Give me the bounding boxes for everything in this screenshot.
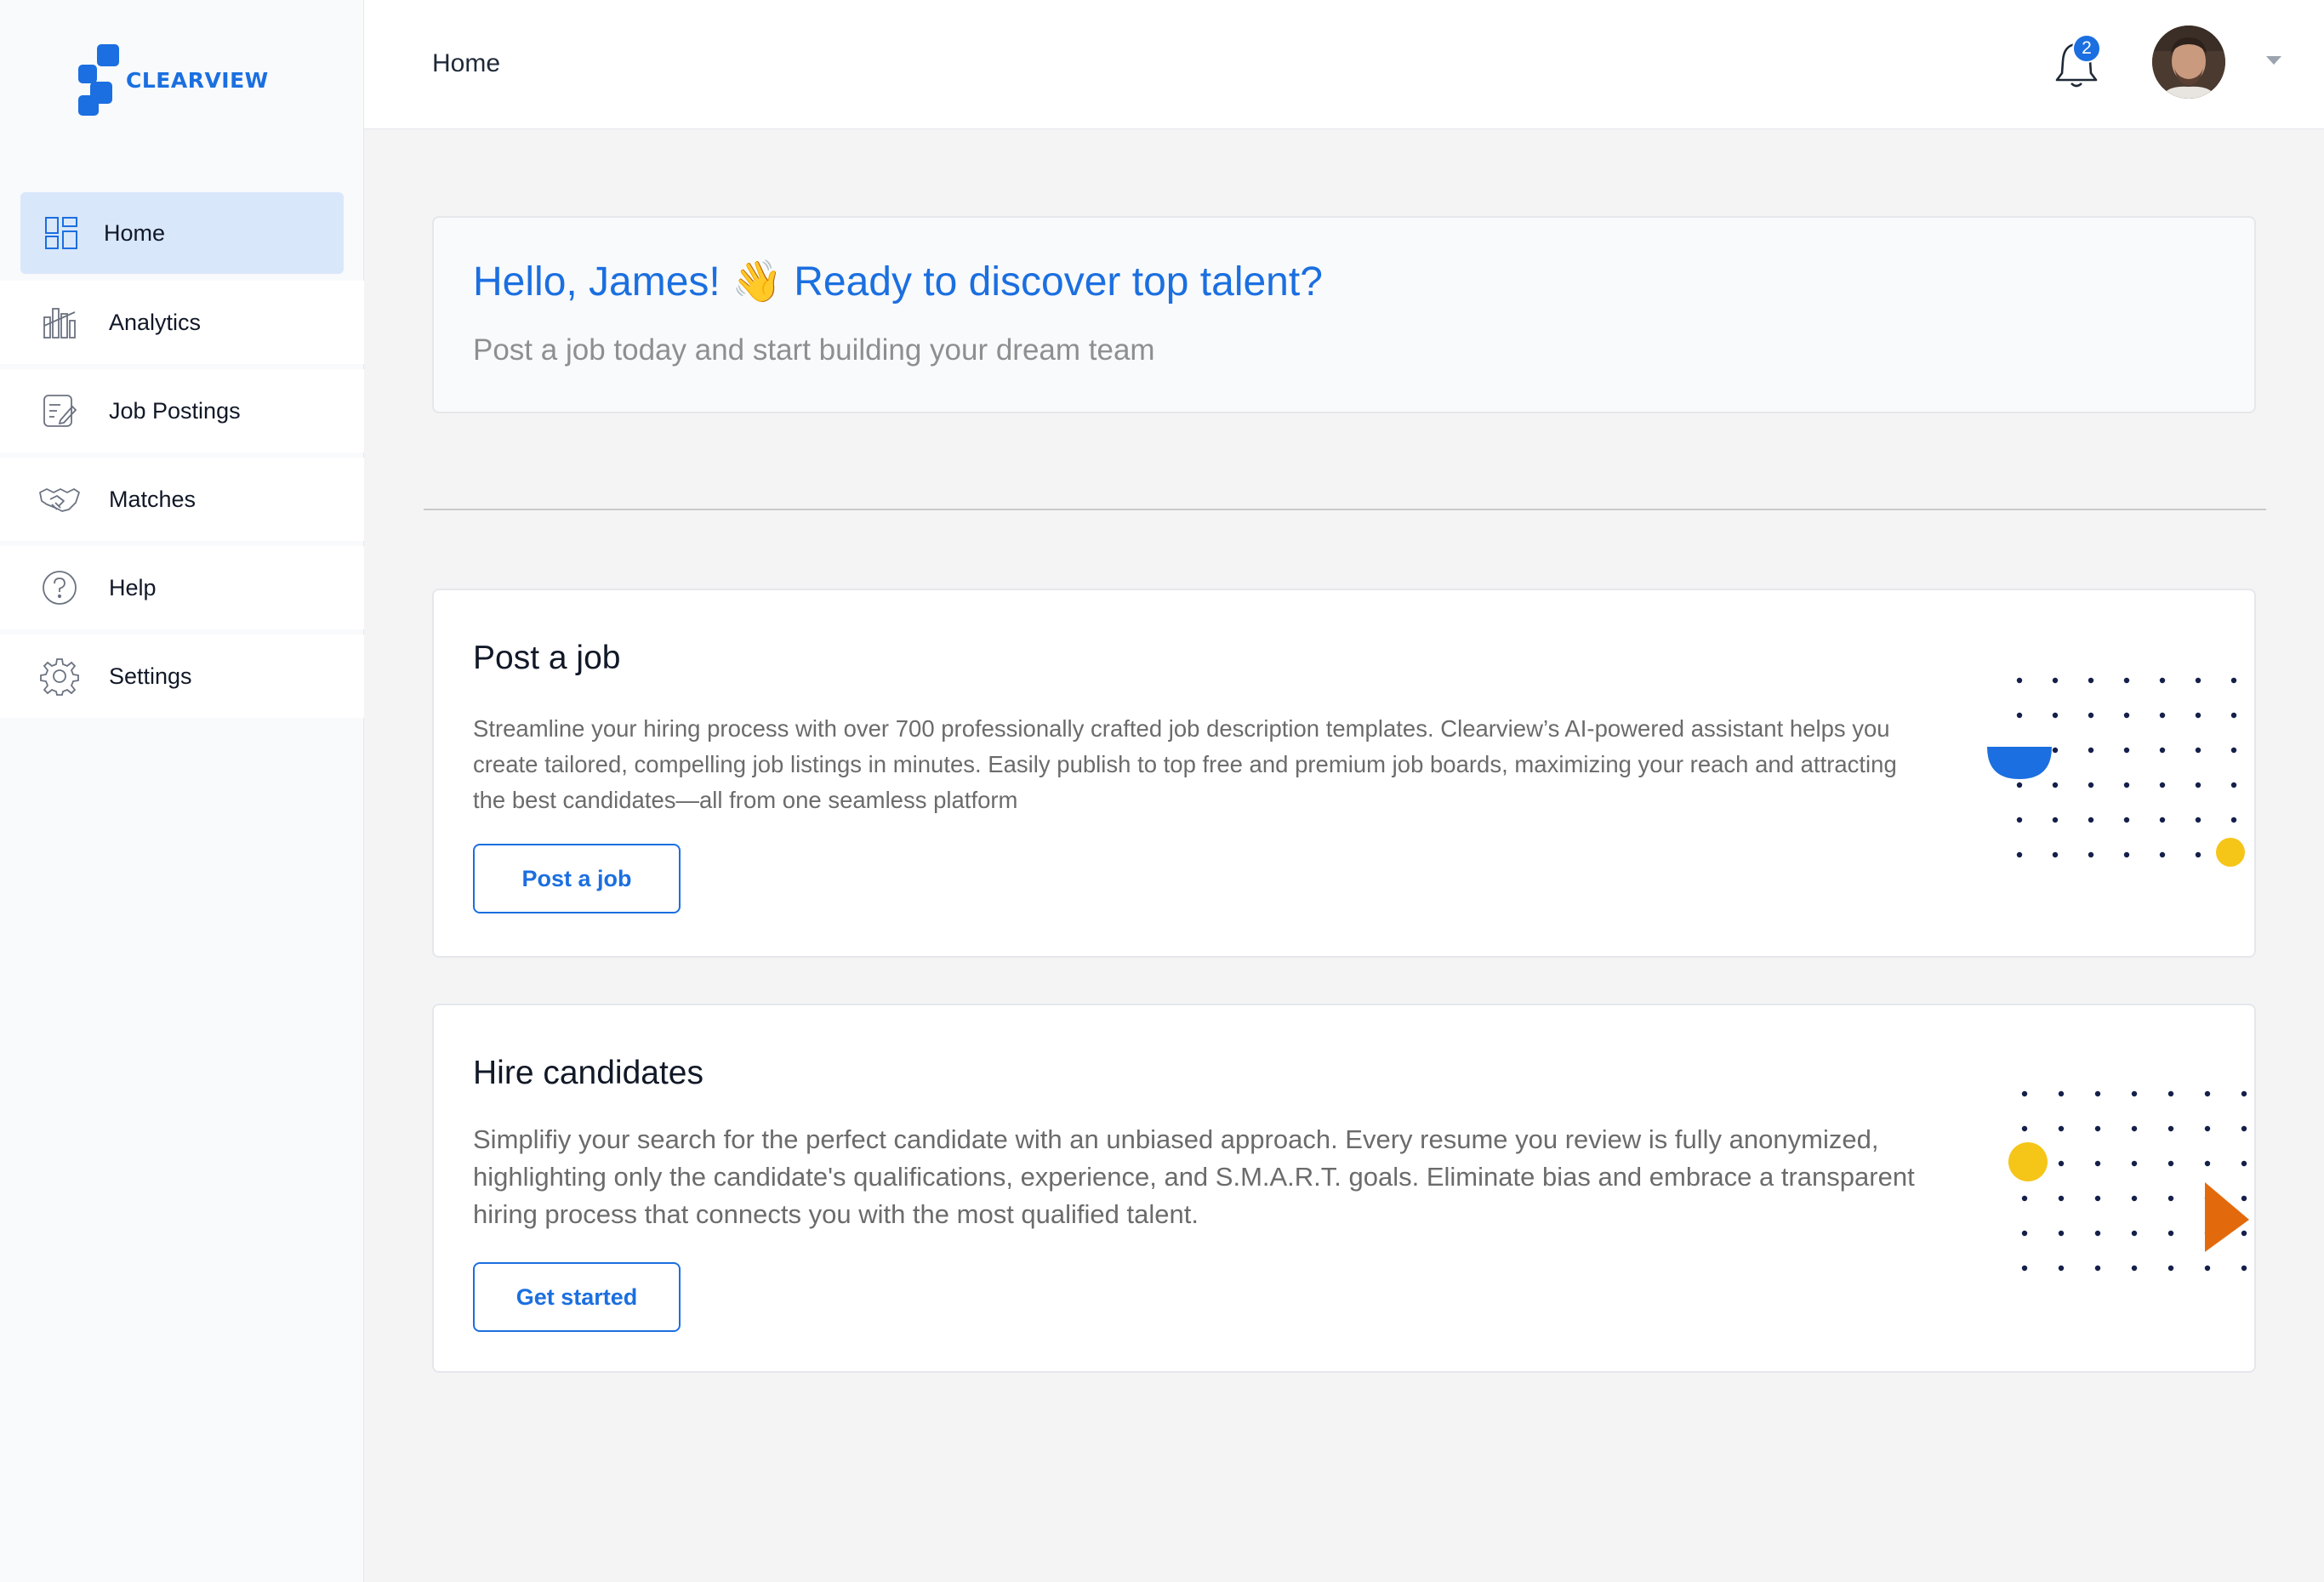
card-title: Post a job xyxy=(473,640,621,676)
sidebar-item-label: Job Postings xyxy=(109,397,241,424)
get-started-button[interactable]: Get started xyxy=(473,1262,681,1332)
hire-candidates-card: Hire candidates Simplifiy your search fo… xyxy=(432,1004,2256,1373)
card-description: Simplifiy your search for the perfect ca… xyxy=(473,1124,1915,1229)
dashboard-icon xyxy=(39,211,83,255)
clearview-logo[interactable]: CLEARVIEW xyxy=(78,44,269,116)
sidebar-item-label: Help xyxy=(109,574,157,600)
help-icon xyxy=(37,566,82,610)
sidebar-item-analytics[interactable]: Analytics xyxy=(0,281,364,364)
sidebar-item-job-postings[interactable]: Job Postings xyxy=(0,369,364,452)
divider xyxy=(424,509,2266,510)
post-job-card: Post a job Streamline your hiring proces… xyxy=(432,589,2256,958)
handshake-icon xyxy=(37,477,82,521)
edit-document-icon xyxy=(37,389,82,433)
sidebar-item-matches[interactable]: Matches xyxy=(0,458,364,541)
sidebar: CLEARVIEW Home Analytics Job Postings Ma… xyxy=(0,0,364,1582)
logo-mark-icon xyxy=(78,44,119,116)
sidebar-item-help[interactable]: Help xyxy=(0,546,364,629)
sidebar-item-label: Home xyxy=(104,219,166,246)
card-title: Hire candidates xyxy=(473,1055,703,1091)
analytics-icon xyxy=(37,300,82,344)
greeting-card: Hello, James! 👋 Ready to discover top ta… xyxy=(432,216,2256,413)
sidebar-item-label: Settings xyxy=(109,663,192,689)
page-title: Home xyxy=(432,49,501,77)
greeting-subtitle: Post a job today and start building your… xyxy=(473,333,1155,367)
sidebar-item-label: Matches xyxy=(109,486,197,512)
gear-icon xyxy=(37,654,82,698)
notification-badge: 2 xyxy=(2072,34,2101,63)
sidebar-item-label: Analytics xyxy=(109,309,202,335)
dot-pattern-decoration xyxy=(2008,1090,2249,1272)
post-job-button[interactable]: Post a job xyxy=(473,844,681,913)
dot-pattern-decoration xyxy=(1987,677,2245,867)
avatar[interactable] xyxy=(2152,26,2225,99)
chevron-down-icon[interactable] xyxy=(2266,56,2281,65)
sidebar-item-settings[interactable]: Settings xyxy=(0,635,364,718)
card-description: Streamline your hiring process with over… xyxy=(473,715,1897,813)
top-header: Home 2 xyxy=(364,0,2324,129)
sidebar-nav: Home Analytics Job Postings Matches Help… xyxy=(0,192,364,723)
greeting-title: Hello, James! 👋 Ready to discover top ta… xyxy=(473,259,1323,304)
sidebar-item-home[interactable]: Home xyxy=(20,192,344,274)
logo-text: CLEARVIEW xyxy=(126,67,269,93)
